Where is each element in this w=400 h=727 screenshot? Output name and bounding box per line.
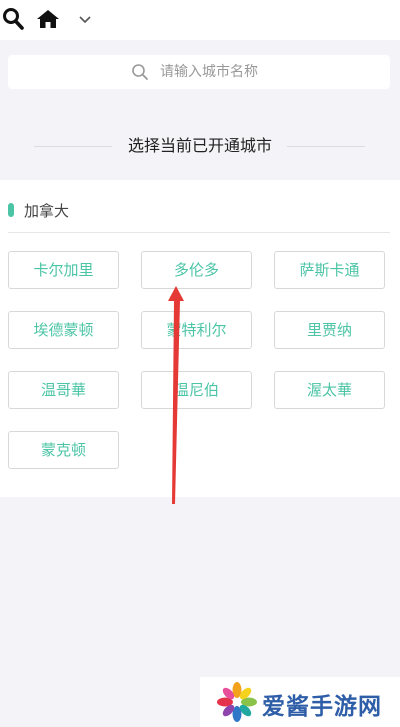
city-button-edmonton[interactable]: 埃德蒙顿 bbox=[8, 311, 119, 349]
flower-logo-icon bbox=[217, 682, 257, 722]
watermark: 爱酱手游网 bbox=[200, 677, 400, 727]
city-button-calgary[interactable]: 卡尔加里 bbox=[8, 251, 119, 289]
page-title: 选择当前已开通城市 bbox=[127, 136, 272, 155]
country-header: 加拿大 bbox=[0, 180, 400, 233]
country-marker bbox=[8, 203, 14, 217]
search-bar bbox=[8, 55, 390, 89]
city-button-vancouver[interactable]: 温哥華 bbox=[8, 371, 119, 409]
city-button-ottawa[interactable]: 渥太華 bbox=[274, 371, 385, 409]
country-panel: 加拿大 卡尔加里 多伦多 萨斯卡通 埃德蒙顿 蒙特利尔 里贾纳 温哥華 温尼伯 … bbox=[0, 180, 400, 497]
country-divider bbox=[8, 232, 390, 233]
chevron-down-icon[interactable] bbox=[76, 11, 94, 27]
home-icon[interactable] bbox=[36, 8, 60, 30]
city-button-toronto[interactable]: 多伦多 bbox=[141, 251, 252, 289]
divider-right bbox=[287, 146, 365, 147]
top-bar bbox=[0, 0, 400, 40]
city-search-input[interactable] bbox=[8, 55, 390, 89]
city-button-regina[interactable]: 里贾纳 bbox=[274, 311, 385, 349]
city-button-winnipeg[interactable]: 温尼伯 bbox=[141, 371, 252, 409]
city-button-montreal[interactable]: 蒙特利尔 bbox=[141, 311, 252, 349]
country-name: 加拿大 bbox=[24, 202, 70, 220]
city-button-moncton[interactable]: 蒙克顿 bbox=[8, 431, 119, 469]
watermark-text: 爱酱手游网 bbox=[262, 694, 382, 720]
section-header: 选择当前已开通城市 bbox=[0, 120, 400, 178]
search-icon[interactable] bbox=[2, 6, 26, 32]
city-button-saskatoon[interactable]: 萨斯卡通 bbox=[274, 251, 385, 289]
